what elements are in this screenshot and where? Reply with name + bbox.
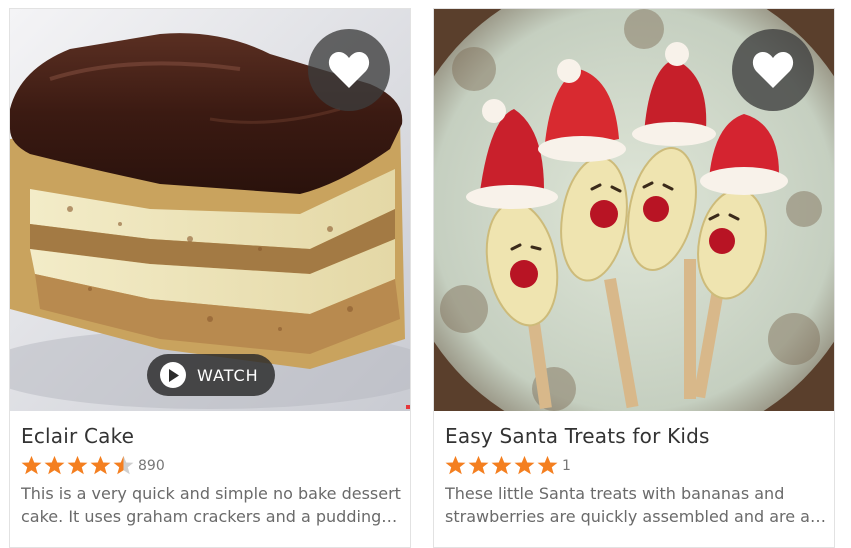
description-line: strawberries are quickly assembled and a… bbox=[445, 507, 826, 526]
half-star-icon bbox=[113, 455, 134, 475]
recipe-title[interactable]: Easy Santa Treats for Kids bbox=[445, 424, 710, 448]
star-icon bbox=[44, 455, 65, 475]
heart-icon bbox=[752, 51, 794, 88]
favorite-button[interactable] bbox=[732, 29, 814, 111]
description-line: These little Santa treats with bananas a… bbox=[445, 484, 785, 503]
watch-label: WATCH bbox=[197, 365, 259, 385]
star-icon bbox=[537, 455, 558, 475]
description-line: This is a very quick and simple no bake … bbox=[21, 484, 401, 503]
star-icon bbox=[514, 455, 535, 475]
rating: 1 bbox=[445, 455, 571, 476]
star-icon bbox=[67, 455, 88, 475]
recipe-description: These little Santa treats with bananas a… bbox=[445, 482, 830, 528]
recipe-title[interactable]: Eclair Cake bbox=[21, 424, 134, 448]
recipe-photo[interactable]: WATCH bbox=[10, 9, 410, 411]
favorite-button[interactable] bbox=[308, 29, 390, 111]
recipe-card-easy-santa-treats[interactable]: Easy Santa Treats for Kids 1 These littl… bbox=[433, 8, 835, 548]
recipe-description: This is a very quick and simple no bake … bbox=[21, 482, 406, 528]
watch-video-button[interactable]: WATCH bbox=[147, 354, 275, 396]
rating-count: 890 bbox=[138, 457, 165, 474]
star-icon bbox=[21, 455, 42, 475]
star-icon bbox=[468, 455, 489, 475]
star-icon bbox=[445, 455, 466, 475]
star-icon bbox=[491, 455, 512, 475]
heart-icon bbox=[328, 51, 370, 88]
rating-count: 1 bbox=[562, 457, 571, 474]
red-marker bbox=[406, 405, 410, 409]
recipe-card-eclair-cake[interactable]: WATCH Eclair Cake 890 This is a very qui… bbox=[9, 8, 411, 548]
play-icon bbox=[160, 362, 186, 388]
star-icon bbox=[90, 455, 111, 475]
star-rating bbox=[21, 455, 136, 476]
recipe-photo[interactable] bbox=[434, 9, 834, 411]
rating: 890 bbox=[21, 455, 165, 476]
star-rating bbox=[445, 455, 560, 476]
description-line: cake. It uses graham crackers and a pudd… bbox=[21, 507, 398, 526]
